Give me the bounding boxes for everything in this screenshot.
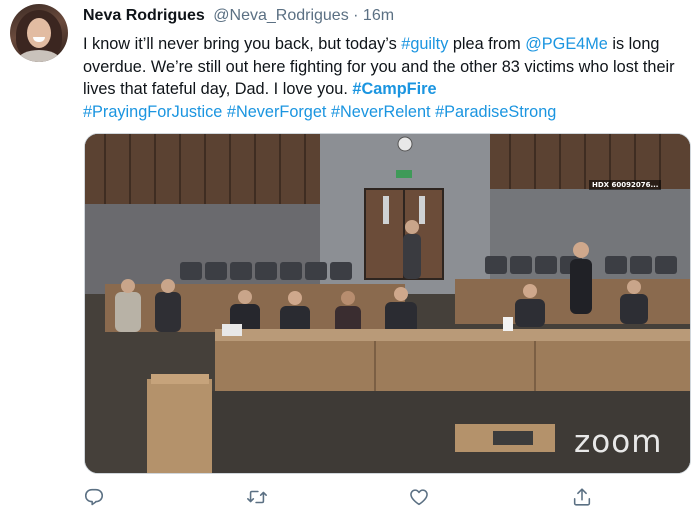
share-icon: [573, 488, 591, 506]
avatar[interactable]: [10, 4, 68, 62]
retweet-icon: [247, 490, 267, 504]
tweet-timestamp[interactable]: 16m: [363, 7, 394, 24]
retweet-button[interactable]: [246, 486, 270, 510]
hashtag-paradisestrong[interactable]: #ParadiseStrong: [435, 103, 556, 121]
hashtag-guilty[interactable]: #guilty: [401, 35, 448, 53]
tweet-text-part: plea from: [448, 35, 526, 53]
author-handle[interactable]: @Neva_Rodrigues: [213, 7, 348, 24]
hashtag-prayingforjustice[interactable]: #PrayingForJustice: [83, 103, 222, 121]
author-display-name[interactable]: Neva Rodrigues: [83, 7, 205, 24]
hashtag-neverrelent[interactable]: #NeverRelent: [331, 103, 431, 121]
tweet-text-part: I know it’ll never bring you back, but t…: [83, 35, 402, 53]
hashtag-neverforget[interactable]: #NeverForget: [227, 103, 327, 121]
hashtag-campfire[interactable]: #CampFire: [352, 80, 436, 98]
tweet-media-courtroom-video[interactable]: HDX 60092076... zoom: [84, 133, 691, 474]
zoom-watermark: zoom: [574, 424, 663, 460]
heart-icon: [410, 489, 428, 506]
reply-icon: [84, 488, 104, 506]
mention-pge4me[interactable]: @PGE4Me: [525, 35, 608, 53]
tweet-actions: [83, 486, 603, 512]
tweet[interactable]: Neva Rodrigues @Neva_Rodrigues · 16m I k…: [0, 0, 700, 519]
header-separator: ·: [353, 7, 359, 24]
avatar-face: [27, 18, 51, 48]
video-overlay-id: HDX 60092076...: [589, 180, 662, 190]
like-button[interactable]: [408, 486, 432, 510]
share-button[interactable]: [571, 486, 595, 510]
reply-button[interactable]: [83, 486, 107, 510]
tweet-text: I know it’ll never bring you back, but t…: [83, 33, 695, 123]
tweet-header: Neva Rodrigues @Neva_Rodrigues · 16m: [83, 7, 394, 29]
